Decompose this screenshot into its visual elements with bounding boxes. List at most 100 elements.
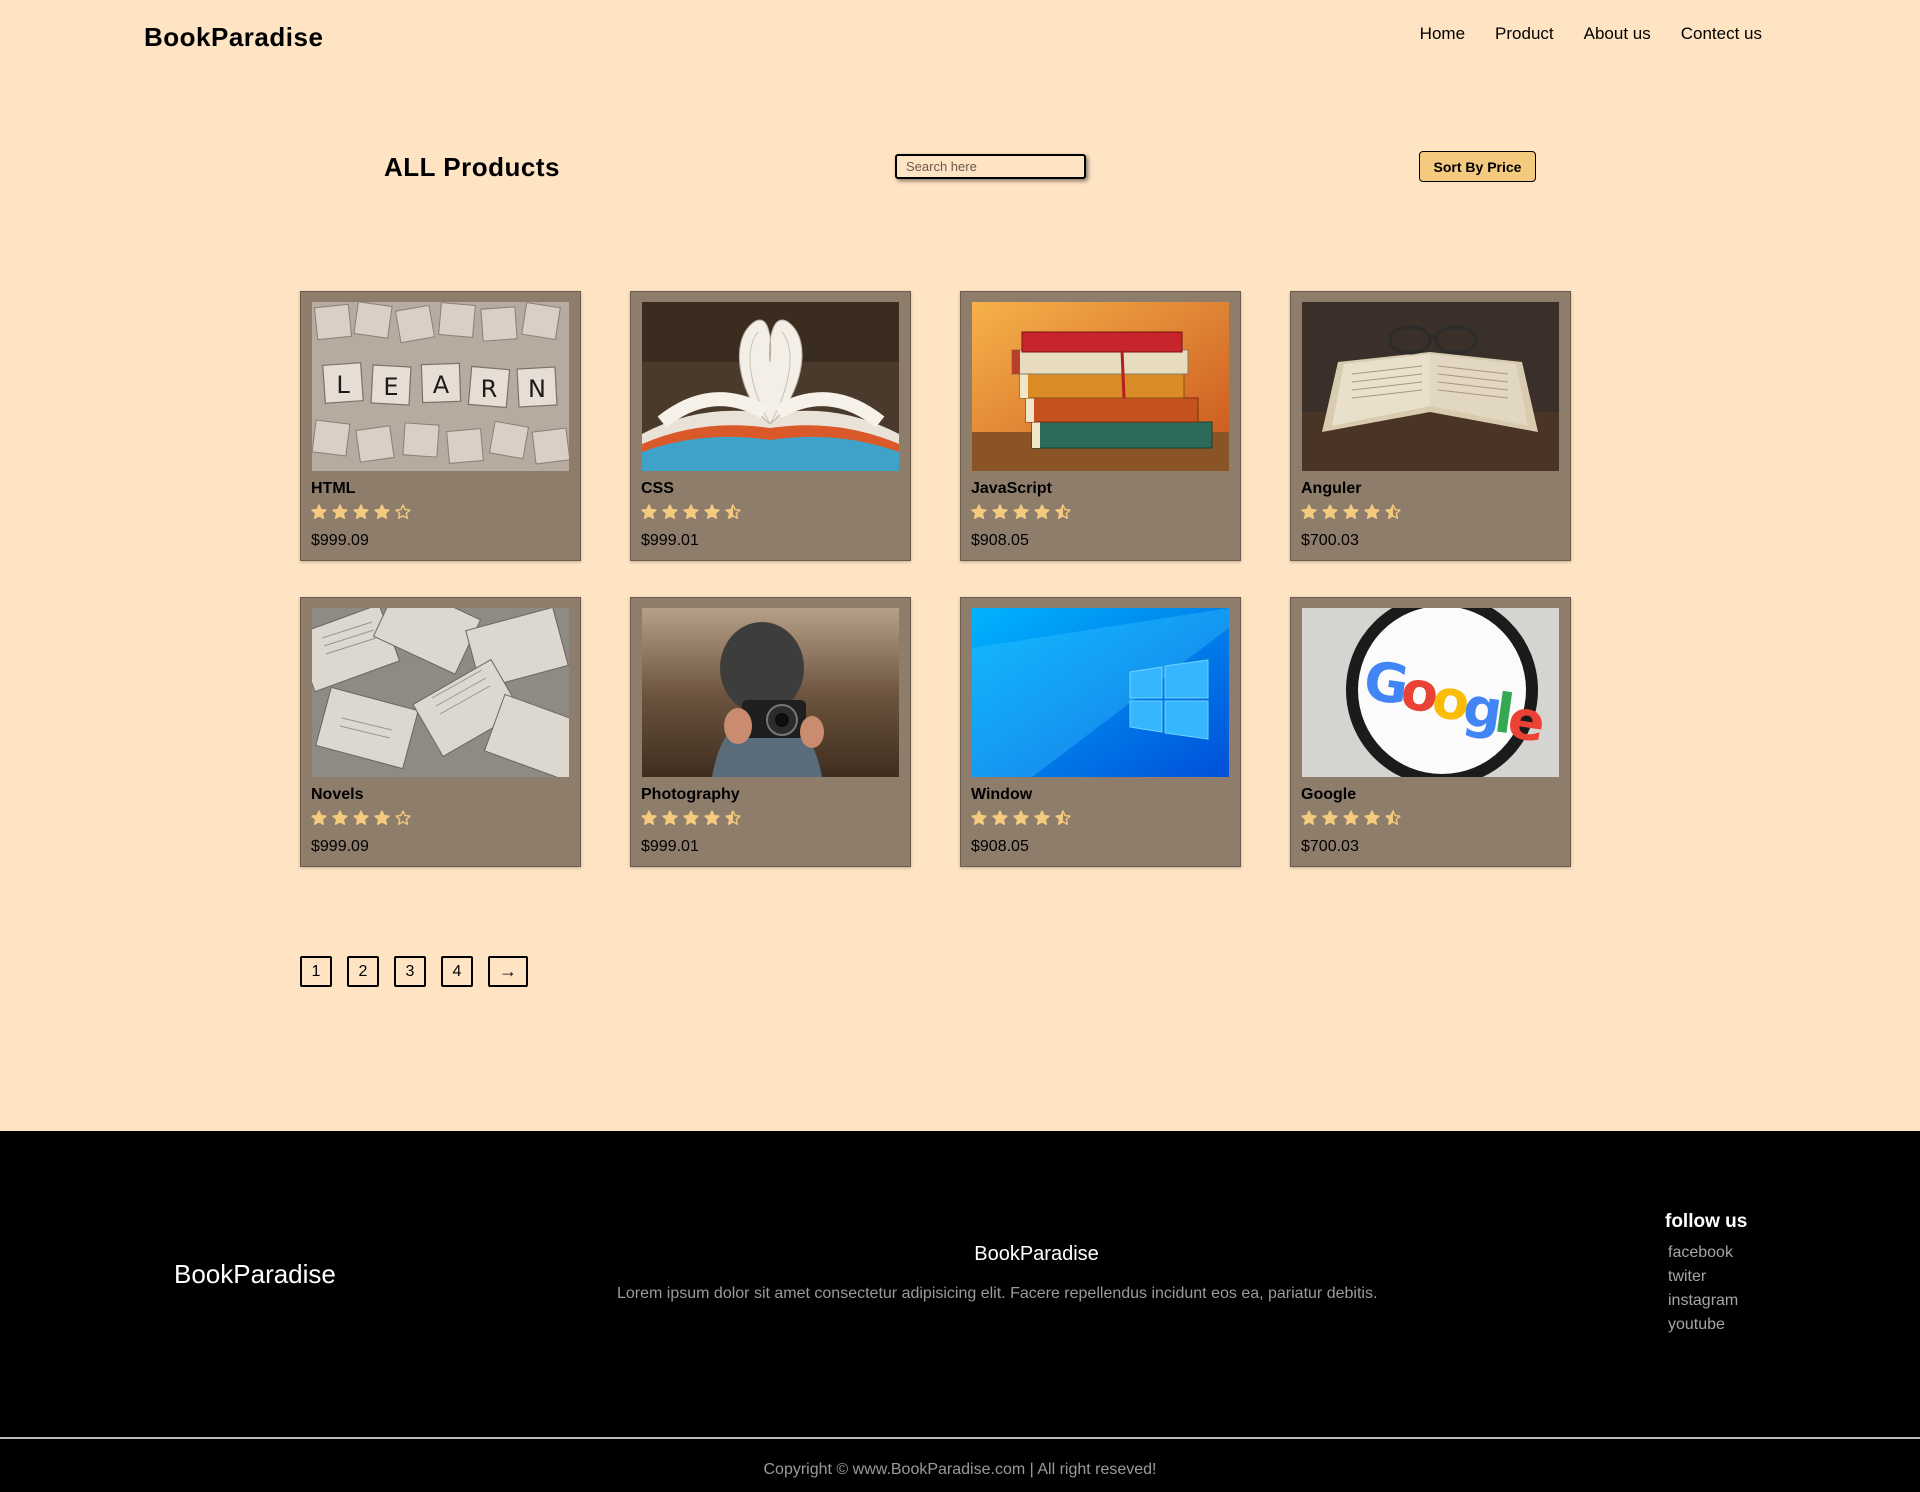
star-full-icon (683, 504, 699, 519)
rating-stars (641, 504, 741, 520)
nav-contact-link[interactable]: Contect us (1681, 24, 1762, 44)
rating-stars (641, 810, 741, 826)
footer-description: Lorem ipsum dolor sit amet consectetur a… (617, 1285, 1378, 1302)
star-half-icon (1385, 504, 1401, 519)
star-full-icon (1364, 504, 1380, 519)
page-2-button[interactable]: 2 (347, 956, 379, 987)
svg-text:R: R (481, 375, 498, 403)
product-title: Anguler (1301, 480, 1362, 497)
product-image: LEARN (312, 302, 569, 471)
star-full-icon (1034, 504, 1050, 519)
rating-stars (971, 810, 1071, 826)
star-full-icon (641, 810, 657, 825)
product-image (1302, 302, 1559, 471)
product-card[interactable]: Photography $999.01 (630, 597, 911, 867)
star-full-icon (1301, 504, 1317, 519)
star-half-icon (725, 810, 741, 825)
star-full-icon (704, 504, 720, 519)
rating-stars (311, 504, 411, 520)
nav-about-link[interactable]: About us (1584, 24, 1651, 44)
nav-product-link[interactable]: Product (1495, 24, 1554, 44)
product-image (642, 608, 899, 777)
rating-stars (971, 504, 1071, 520)
star-full-icon (332, 504, 348, 519)
follow-us-heading: follow us (1665, 1211, 1748, 1232)
product-image (642, 302, 899, 471)
product-price: $999.09 (311, 532, 369, 549)
product-card[interactable]: Window $908.05 (960, 597, 1241, 867)
star-full-icon (992, 810, 1008, 825)
star-full-icon (641, 504, 657, 519)
star-full-icon (992, 504, 1008, 519)
star-full-icon (311, 810, 327, 825)
star-full-icon (662, 810, 678, 825)
brand-logo[interactable]: BookParadise (144, 22, 323, 53)
sort-by-price-button[interactable]: Sort By Price (1419, 151, 1536, 182)
star-full-icon (374, 810, 390, 825)
star-full-icon (311, 504, 327, 519)
product-title: Photography (641, 786, 740, 803)
page-4-button[interactable]: 4 (441, 956, 473, 987)
product-card[interactable]: CSS $999.01 (630, 291, 911, 561)
youtube-link[interactable]: youtube (1668, 1316, 1738, 1334)
star-full-icon (1343, 504, 1359, 519)
footer: BookParadise BookParadise Lorem ipsum do… (0, 1131, 1920, 1492)
star-full-icon (1034, 810, 1050, 825)
rating-stars (311, 810, 411, 826)
star-full-icon (1013, 504, 1029, 519)
star-half-icon (725, 504, 741, 519)
star-full-icon (1322, 810, 1338, 825)
twitter-link[interactable]: twiter (1668, 1268, 1738, 1286)
svg-text:N: N (528, 375, 546, 403)
product-card[interactable]: G o o g l e Google $700.03 (1290, 597, 1571, 867)
rating-stars (1301, 810, 1401, 826)
star-half-icon (1055, 504, 1071, 519)
star-empty-icon (395, 810, 411, 825)
product-image: G o o g l e (1302, 608, 1559, 777)
star-full-icon (1322, 504, 1338, 519)
search-input[interactable] (895, 154, 1086, 179)
product-title: HTML (311, 480, 356, 497)
rating-stars (1301, 504, 1401, 520)
star-full-icon (704, 810, 720, 825)
product-title: CSS (641, 480, 674, 497)
page-3-button[interactable]: 3 (394, 956, 426, 987)
nav-home-link[interactable]: Home (1420, 24, 1465, 44)
product-image (972, 302, 1229, 471)
product-title: Novels (311, 786, 364, 803)
star-full-icon (683, 810, 699, 825)
product-image (312, 608, 569, 777)
star-full-icon (662, 504, 678, 519)
star-full-icon (332, 810, 348, 825)
star-full-icon (374, 504, 390, 519)
product-title: JavaScript (971, 480, 1052, 497)
next-page-arrow-button[interactable]: → (488, 956, 528, 987)
social-links: facebook twiter instagram youtube (1668, 1244, 1738, 1334)
product-price: $999.09 (311, 838, 369, 855)
product-image (972, 608, 1229, 777)
star-half-icon (1385, 810, 1401, 825)
page-title: ALL Products (384, 152, 560, 182)
footer-divider (0, 1437, 1920, 1439)
star-empty-icon (395, 504, 411, 519)
product-card[interactable]: L E A R N HTML $999.09 (300, 291, 581, 561)
star-full-icon (1343, 810, 1359, 825)
footer-center-title-wrap: BookParadise (0, 1243, 1920, 1266)
star-full-icon (1301, 810, 1317, 825)
svg-text:A: A (433, 371, 450, 399)
facebook-link[interactable]: facebook (1668, 1244, 1738, 1262)
product-card[interactable]: Novels $999.09 (300, 597, 581, 867)
product-title: Window (971, 786, 1033, 803)
star-full-icon (353, 810, 369, 825)
product-title: Google (1301, 786, 1357, 803)
star-full-icon (971, 810, 987, 825)
instagram-link[interactable]: instagram (1668, 1292, 1738, 1310)
product-card[interactable]: Anguler $700.03 (1290, 291, 1571, 561)
svg-text:L: L (336, 371, 350, 399)
navbar: BookParadise Home Product About us Conte… (0, 0, 1920, 72)
star-half-icon (1055, 810, 1071, 825)
star-full-icon (1364, 810, 1380, 825)
product-price: $999.01 (641, 532, 699, 549)
product-card[interactable]: JavaScript $908.05 (960, 291, 1241, 561)
page-1-button[interactable]: 1 (300, 956, 332, 987)
